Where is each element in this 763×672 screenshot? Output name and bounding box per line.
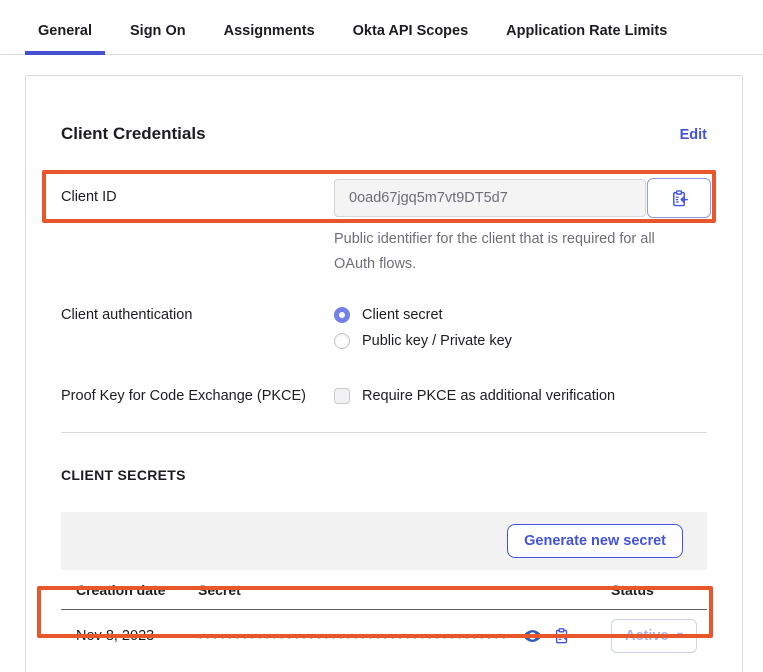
general-settings-card: Client Credentials Edit Client ID: [25, 75, 743, 672]
tab-bar: General Sign On Assignments Okta API Sco…: [0, 0, 763, 55]
client-id-row: Client ID: [61, 178, 707, 218]
status-label: Active: [625, 628, 669, 644]
radio-option-client-secret[interactable]: Client secret: [334, 307, 512, 323]
copy-client-id-button[interactable]: [647, 178, 711, 218]
secrets-table-header: Creation date Secret Status: [61, 570, 707, 610]
pkce-options: Require PKCE as additional verification: [334, 380, 615, 404]
pkce-checkbox-option[interactable]: Require PKCE as additional verification: [334, 388, 615, 404]
client-id-label: Client ID: [61, 178, 334, 205]
client-id-group: [334, 178, 711, 218]
client-authentication-label: Client authentication: [61, 297, 334, 323]
masked-secret-value: ••••••••••••••••••••••••••••••••••••••••…: [198, 628, 509, 644]
pkce-label: Proof Key for Code Exchange (PKCE): [61, 380, 334, 404]
section-divider: [61, 432, 707, 433]
client-authentication-row: Client authentication Client secret Publ…: [61, 297, 707, 349]
checkbox-unchecked-icon[interactable]: [334, 388, 350, 404]
tab-okta-api-scopes[interactable]: Okta API Scopes: [340, 23, 482, 54]
copy-secret-button[interactable]: [553, 627, 571, 645]
pkce-row: Proof Key for Code Exchange (PKCE) Requi…: [61, 380, 707, 404]
generate-new-secret-button[interactable]: Generate new secret: [507, 524, 683, 558]
radio-option-public-private-key-label: Public key / Private key: [362, 333, 512, 349]
pkce-option-label: Require PKCE as additional verification: [362, 388, 615, 404]
secret-table-row: Nov 8, 2023 ••••••••••••••••••••••••••••…: [61, 610, 707, 661]
eye-icon: [523, 629, 542, 643]
tab-sign-on[interactable]: Sign On: [117, 23, 199, 54]
reveal-secret-button[interactable]: [523, 629, 542, 643]
clipboard-copy-icon: [553, 627, 571, 645]
client-authentication-options: Client secret Public key / Private key: [334, 297, 512, 349]
header-status: Status: [611, 582, 707, 598]
status-cell: Active ▾: [611, 619, 707, 653]
status-dropdown-button[interactable]: Active ▾: [611, 619, 697, 653]
header-secret: Secret: [198, 582, 553, 598]
client-secrets-toolbar: Generate new secret: [61, 512, 707, 570]
tab-application-rate-limits[interactable]: Application Rate Limits: [493, 23, 680, 54]
radio-option-client-secret-label: Client secret: [362, 307, 443, 323]
radio-selected-icon[interactable]: [334, 307, 350, 323]
client-id-help-line1: Public identifier for the client that is…: [334, 227, 707, 252]
client-id-input[interactable]: [334, 179, 646, 217]
radio-unselected-icon[interactable]: [334, 333, 350, 349]
client-secrets-title: CLIENT SECRETS: [61, 467, 707, 483]
client-credentials-header: Client Credentials Edit: [61, 76, 707, 145]
client-credentials-title: Client Credentials: [61, 123, 206, 145]
client-id-help-line2: OAuth flows.: [334, 252, 707, 277]
tab-assignments[interactable]: Assignments: [211, 23, 328, 54]
clipboard-copy-icon: [670, 189, 689, 208]
tab-general[interactable]: General: [25, 23, 105, 54]
edit-link[interactable]: Edit: [680, 127, 707, 143]
radio-option-public-private-key[interactable]: Public key / Private key: [334, 333, 512, 349]
secret-creation-date: Nov 8, 2023: [76, 628, 198, 644]
chevron-down-icon: ▾: [678, 630, 683, 641]
okta-app-settings-page: General Sign On Assignments Okta API Sco…: [0, 0, 763, 672]
secret-value-cell: ••••••••••••••••••••••••••••••••••••••••…: [198, 628, 553, 644]
copy-secret-cell: [553, 627, 611, 645]
header-creation-date: Creation date: [76, 582, 198, 598]
client-id-help-text: Public identifier for the client that is…: [334, 227, 707, 277]
